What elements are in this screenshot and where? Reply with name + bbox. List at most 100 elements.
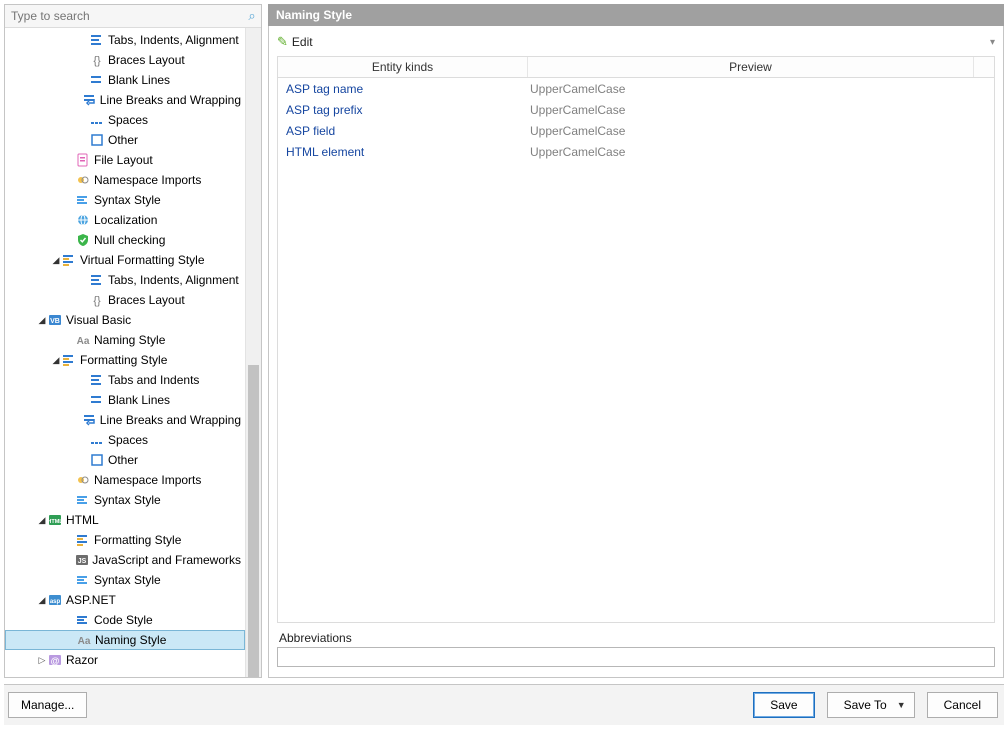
- tree-node[interactable]: Other: [5, 130, 245, 150]
- tree-node[interactable]: ▷@Razor: [5, 650, 245, 670]
- tree-node[interactable]: ◢aspASP.NET: [5, 590, 245, 610]
- tree-node-label: Blank Lines: [108, 73, 170, 87]
- asp-icon: asp: [47, 592, 63, 608]
- edit-label: Edit: [292, 35, 313, 49]
- tree-node[interactable]: AaNaming Style: [5, 330, 245, 350]
- aa-icon: Aa: [75, 332, 91, 348]
- tree-node-label: Formatting Style: [94, 533, 181, 547]
- tree-scrollbar[interactable]: [245, 28, 261, 677]
- manage-button[interactable]: Manage...: [8, 692, 87, 718]
- table-row[interactable]: ASP tag nameUpperCamelCase: [278, 78, 994, 99]
- collapse-icon[interactable]: ◢: [37, 595, 47, 606]
- tree-node[interactable]: Blank Lines: [5, 390, 245, 410]
- svg-text:{}: {}: [93, 295, 101, 307]
- tree-node[interactable]: Code Style: [5, 610, 245, 630]
- save-to-label: Save To: [844, 698, 887, 712]
- tree-node-label: Syntax Style: [94, 573, 161, 587]
- tree-node-label: Braces Layout: [108, 53, 185, 67]
- tree-node[interactable]: Tabs, Indents, Alignment: [5, 30, 245, 50]
- tree-node[interactable]: ◢VB Visual Basic: [5, 310, 245, 330]
- search-input[interactable]: [5, 9, 243, 23]
- tree-node[interactable]: ◢HTMLHTML: [5, 510, 245, 530]
- tree-node-label: Other: [108, 133, 138, 147]
- tree-node[interactable]: Syntax Style: [5, 490, 245, 510]
- cell-preview: UpperCamelCase: [528, 82, 974, 96]
- settings-tree[interactable]: Tabs, Indents, Alignment{}Braces LayoutB…: [5, 28, 245, 677]
- ns-icon: [75, 472, 91, 488]
- tree-node-label: Tabs and Indents: [108, 373, 199, 387]
- collapse-icon[interactable]: ◢: [51, 255, 61, 266]
- tree-node[interactable]: {}Braces Layout: [5, 290, 245, 310]
- tree-node-label: Syntax Style: [94, 193, 161, 207]
- tree-node[interactable]: Null checking: [5, 230, 245, 250]
- tree-node-label: Naming Style: [95, 633, 166, 647]
- table-header: Entity kinds Preview: [278, 57, 994, 78]
- abbreviations-input[interactable]: [277, 647, 995, 667]
- svg-text:asp: asp: [50, 599, 61, 605]
- right-panel: Naming Style ✎ Edit ▾ Entity kinds Previ…: [268, 4, 1004, 678]
- tree-node[interactable]: Tabs and Indents: [5, 370, 245, 390]
- tree-scroll-thumb[interactable]: [248, 365, 259, 677]
- cell-preview: UpperCamelCase: [528, 103, 974, 117]
- left-panel: ⌕ Tabs, Indents, Alignment{}Braces Layou…: [4, 4, 262, 678]
- expand-icon[interactable]: ▷: [37, 655, 47, 666]
- cell-entity-kind: ASP field: [278, 124, 528, 138]
- col-preview[interactable]: Preview: [528, 57, 974, 77]
- cell-entity-kind: HTML element: [278, 145, 528, 159]
- tree-node-label: JavaScript and Frameworks: [92, 553, 241, 567]
- collapse-icon[interactable]: ◢: [51, 355, 61, 366]
- edit-button[interactable]: ✎ Edit: [277, 34, 313, 50]
- save-button[interactable]: Save: [753, 692, 814, 718]
- other-icon: [89, 452, 105, 468]
- tree-node[interactable]: Syntax Style: [5, 570, 245, 590]
- collapse-icon[interactable]: ◢: [37, 315, 47, 326]
- main-split: ⌕ Tabs, Indents, Alignment{}Braces Layou…: [4, 4, 1004, 678]
- search-icon[interactable]: ⌕: [243, 8, 261, 24]
- tree-node[interactable]: JS JavaScript and Frameworks: [5, 550, 245, 570]
- fmt-icon: [61, 252, 77, 268]
- dialog-footer: Manage... Save Save To ▼ Cancel: [4, 684, 1004, 725]
- tree-node[interactable]: Localization: [5, 210, 245, 230]
- tree-node[interactable]: {}Braces Layout: [5, 50, 245, 70]
- save-to-button[interactable]: Save To ▼: [827, 692, 915, 718]
- tree-node[interactable]: Other: [5, 450, 245, 470]
- panel-menu-icon[interactable]: ▾: [990, 37, 995, 48]
- table-row[interactable]: ASP fieldUpperCamelCase: [278, 120, 994, 141]
- cancel-button[interactable]: Cancel: [927, 692, 998, 718]
- tree-node[interactable]: Spaces: [5, 430, 245, 450]
- tree-node-label: Line Breaks and Wrapping: [100, 93, 241, 107]
- tree-node[interactable]: Blank Lines: [5, 70, 245, 90]
- braces-icon: {}: [89, 292, 105, 308]
- spaces-icon: [89, 432, 105, 448]
- tree-node[interactable]: ◢Formatting Style: [5, 350, 245, 370]
- tree-node[interactable]: ◢Virtual Formatting Style: [5, 250, 245, 270]
- table-row[interactable]: ASP tag prefixUpperCamelCase: [278, 99, 994, 120]
- tree-node[interactable]: Namespace Imports: [5, 170, 245, 190]
- svg-text:JS: JS: [78, 558, 87, 565]
- tree-node-label: Visual Basic: [66, 313, 131, 327]
- svg-text:VB: VB: [50, 318, 60, 325]
- panel-body: ✎ Edit ▾ Entity kinds Preview ASP tag na…: [268, 26, 1004, 678]
- collapse-icon[interactable]: ◢: [37, 515, 47, 526]
- globe-icon: [75, 212, 91, 228]
- tree-node-label: Null checking: [94, 233, 165, 247]
- tree-wrap: Tabs, Indents, Alignment{}Braces LayoutB…: [5, 28, 261, 677]
- indent-icon: [89, 272, 105, 288]
- tree-node[interactable]: Line Breaks and Wrapping: [5, 410, 245, 430]
- panel-title: Naming Style: [268, 4, 1004, 26]
- file-pink-icon: [75, 152, 91, 168]
- tree-node[interactable]: Line Breaks and Wrapping: [5, 90, 245, 110]
- tree-node[interactable]: Syntax Style: [5, 190, 245, 210]
- tree-node[interactable]: Spaces: [5, 110, 245, 130]
- other-icon: [89, 132, 105, 148]
- tree-node[interactable]: Formatting Style: [5, 530, 245, 550]
- tree-node[interactable]: Tabs, Indents, Alignment: [5, 270, 245, 290]
- wrap-icon: [83, 92, 97, 108]
- indent-icon: [89, 372, 105, 388]
- table-row[interactable]: HTML elementUpperCamelCase: [278, 141, 994, 162]
- col-entity-kinds[interactable]: Entity kinds: [278, 57, 528, 77]
- naming-table: Entity kinds Preview ASP tag nameUpperCa…: [277, 56, 995, 623]
- tree-node[interactable]: File Layout: [5, 150, 245, 170]
- tree-node[interactable]: Namespace Imports: [5, 470, 245, 490]
- tree-node[interactable]: AaNaming Style: [5, 630, 245, 650]
